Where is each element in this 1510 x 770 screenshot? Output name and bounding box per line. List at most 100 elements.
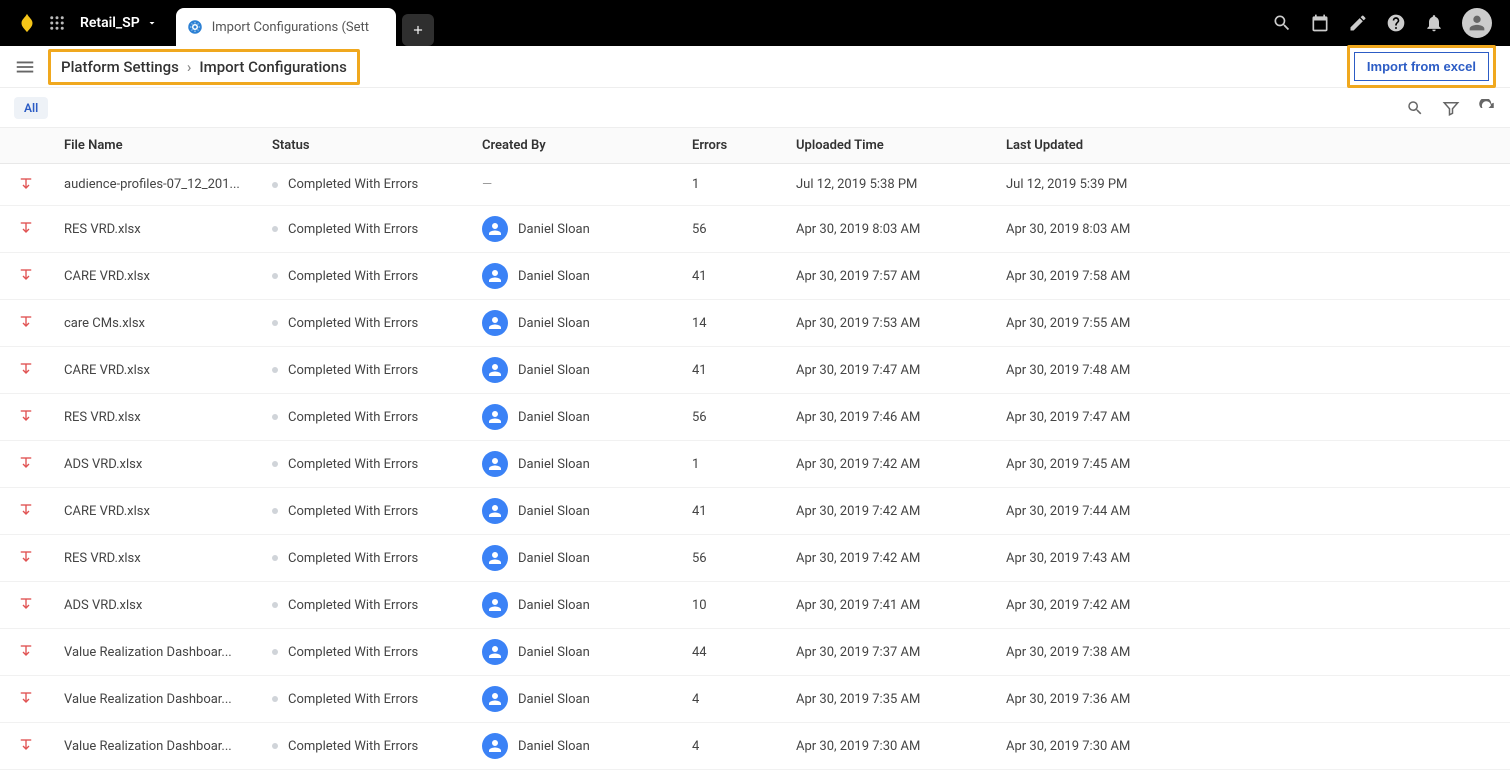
import-row-icon (12, 596, 40, 614)
cell-uploaded-time: Apr 30, 2019 7:37 AM (784, 629, 994, 676)
status-dot-icon (272, 461, 278, 467)
table-row[interactable]: RES VRD.xlsxCompleted With ErrorsDaniel … (0, 206, 1510, 253)
status-dot-icon (272, 555, 278, 561)
table-row[interactable]: CARE VRD.xlsxCompleted With ErrorsDaniel… (0, 488, 1510, 535)
help-icon[interactable] (1386, 13, 1406, 33)
cell-errors: 41 (680, 488, 784, 535)
cell-uploaded-time: Apr 30, 2019 8:03 AM (784, 206, 994, 253)
creator-name: Daniel Sloan (518, 457, 590, 472)
cell-uploaded-time: Jul 12, 2019 5:38 PM (784, 164, 994, 206)
hamburger-icon[interactable] (14, 56, 36, 78)
calendar-icon[interactable]: 02 (1310, 13, 1330, 33)
cell-uploaded-time: Apr 30, 2019 7:57 AM (784, 253, 994, 300)
import-row-icon (12, 455, 40, 473)
cell-file-name: CARE VRD.xlsx (52, 253, 260, 300)
table-row[interactable]: CARE VRD.xlsxCompleted With ErrorsDaniel… (0, 253, 1510, 300)
cell-errors: 1 (680, 441, 784, 488)
person-icon (1466, 12, 1488, 34)
cell-uploaded-time: Apr 30, 2019 7:42 AM (784, 535, 994, 582)
cell-status: Completed With Errors (288, 363, 418, 378)
breadcrumb-current: Import Configurations (199, 58, 346, 76)
cell-status: Completed With Errors (288, 551, 418, 566)
import-from-excel-button[interactable]: Import from excel (1354, 52, 1489, 81)
import-row-icon (12, 408, 40, 426)
cell-errors: 44 (680, 629, 784, 676)
col-uploaded-time[interactable]: Uploaded Time (784, 128, 994, 164)
table-row[interactable]: CARE VRD.xlsxCompleted With ErrorsDaniel… (0, 347, 1510, 394)
cell-errors: 56 (680, 535, 784, 582)
cell-status: Completed With Errors (288, 316, 418, 331)
import-row-icon (12, 267, 40, 285)
tab-import-configurations[interactable]: Import Configurations (Sett (176, 8, 396, 46)
new-tab-button[interactable] (402, 14, 434, 46)
col-last-updated[interactable]: Last Updated (994, 128, 1204, 164)
avatar-icon (482, 263, 508, 289)
avatar-icon (482, 310, 508, 336)
table-row[interactable]: RES VRD.xlsxCompleted With ErrorsDaniel … (0, 394, 1510, 441)
cell-errors: 41 (680, 347, 784, 394)
table-row[interactable]: Value Realization Dashboar...Completed W… (0, 629, 1510, 676)
cell-status: Completed With Errors (288, 739, 418, 754)
creator-name: Daniel Sloan (518, 645, 590, 660)
creator-name: Daniel Sloan (518, 222, 590, 237)
import-row-icon (12, 549, 40, 567)
user-avatar[interactable] (1462, 8, 1492, 38)
edit-icon[interactable] (1348, 13, 1368, 33)
table-search-icon[interactable] (1406, 99, 1424, 117)
table-row[interactable]: audience-profiles-07_12_201...Completed … (0, 164, 1510, 206)
col-status[interactable]: Status (260, 128, 470, 164)
creator-name: Daniel Sloan (518, 551, 590, 566)
avatar-icon (482, 498, 508, 524)
cell-last-updated: Apr 30, 2019 7:36 AM (994, 676, 1204, 723)
refresh-icon[interactable] (1478, 99, 1496, 117)
table-row[interactable]: RES VRD.xlsxCompleted With ErrorsDaniel … (0, 535, 1510, 582)
table-row[interactable]: Value Realization Dashboar...Completed W… (0, 676, 1510, 723)
cell-last-updated: Apr 30, 2019 7:48 AM (994, 347, 1204, 394)
filter-chip-all[interactable]: All (14, 97, 48, 119)
creator-name: Daniel Sloan (518, 504, 590, 519)
status-dot-icon (272, 508, 278, 514)
cell-status: Completed With Errors (288, 410, 418, 425)
col-errors[interactable]: Errors (680, 128, 784, 164)
table-row[interactable]: ADS VRD.xlsxCompleted With ErrorsDaniel … (0, 441, 1510, 488)
creator-name: Daniel Sloan (518, 692, 590, 707)
import-row-icon (12, 643, 40, 661)
table-row[interactable]: care CMs.xlsxCompleted With ErrorsDaniel… (0, 300, 1510, 347)
status-dot-icon (272, 743, 278, 749)
cell-status: Completed With Errors (288, 457, 418, 472)
cell-status: Completed With Errors (288, 269, 418, 284)
import-row-icon (12, 220, 40, 238)
breadcrumb-parent[interactable]: Platform Settings (61, 58, 179, 76)
creator-empty: — (482, 177, 492, 192)
cell-last-updated: Apr 30, 2019 7:45 AM (994, 441, 1204, 488)
col-created-by[interactable]: Created By (470, 128, 680, 164)
import-row-icon (12, 314, 40, 332)
search-icon[interactable] (1272, 13, 1292, 33)
cell-file-name: CARE VRD.xlsx (52, 488, 260, 535)
topbar-actions: 02 (1272, 8, 1500, 38)
chevron-right-icon: › (187, 58, 192, 76)
avatar-icon (482, 451, 508, 477)
cell-file-name: Value Realization Dashboar... (52, 723, 260, 770)
cell-errors: 1 (680, 164, 784, 206)
app-logo-icon (16, 12, 38, 34)
cell-file-name: audience-profiles-07_12_201... (52, 164, 260, 206)
imports-table: File Name Status Created By Errors Uploa… (0, 128, 1510, 770)
gear-icon (186, 18, 204, 36)
cell-last-updated: Apr 30, 2019 8:03 AM (994, 206, 1204, 253)
cell-last-updated: Apr 30, 2019 7:30 AM (994, 723, 1204, 770)
avatar-icon (482, 733, 508, 759)
table-row[interactable]: Value Realization Dashboar... Completed W… (0, 723, 1510, 770)
bell-icon[interactable] (1424, 13, 1444, 33)
status-dot-icon (272, 602, 278, 608)
cell-file-name: RES VRD.xlsx (52, 206, 260, 253)
cell-file-name: Value Realization Dashboar... (52, 676, 260, 723)
workspace-selector[interactable]: Retail_SP (80, 15, 158, 31)
col-file-name[interactable]: File Name (52, 128, 260, 164)
table-header-row: File Name Status Created By Errors Uploa… (0, 128, 1510, 164)
table-row[interactable]: ADS VRD.xlsxCompleted With ErrorsDaniel … (0, 582, 1510, 629)
cell-file-name: RES VRD.xlsx (52, 394, 260, 441)
filter-icon[interactable] (1442, 99, 1460, 117)
toolbar: All (0, 88, 1510, 128)
apps-grid-icon[interactable] (48, 14, 66, 32)
